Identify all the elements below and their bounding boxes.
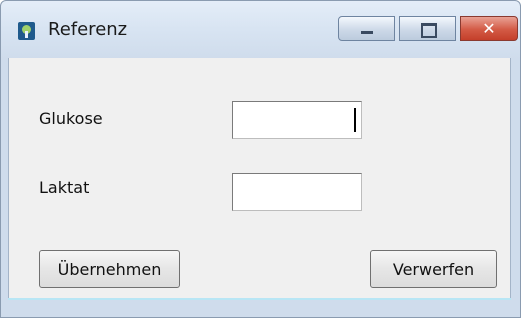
discard-button[interactable]: Verwerfen (370, 250, 497, 288)
title-bar[interactable]: Referenz ✕ (1, 1, 520, 59)
close-button[interactable]: ✕ (460, 16, 518, 41)
glukose-field[interactable] (232, 101, 362, 139)
maximize-icon (421, 23, 437, 38)
laktat-label: Laktat (39, 178, 90, 197)
caption-buttons: ✕ (338, 16, 518, 43)
laktat-field[interactable] (232, 173, 362, 211)
text-caret (354, 108, 356, 132)
minimize-button[interactable] (338, 16, 395, 41)
app-icon (18, 22, 35, 40)
close-icon: ✕ (482, 19, 496, 38)
glukose-label: Glukose (39, 109, 103, 128)
accept-button[interactable]: Übernehmen (39, 250, 180, 288)
maximize-button[interactable] (399, 16, 456, 41)
window-bottom-edge (8, 298, 511, 300)
minimize-icon (361, 31, 373, 34)
window-title: Referenz (48, 19, 128, 40)
